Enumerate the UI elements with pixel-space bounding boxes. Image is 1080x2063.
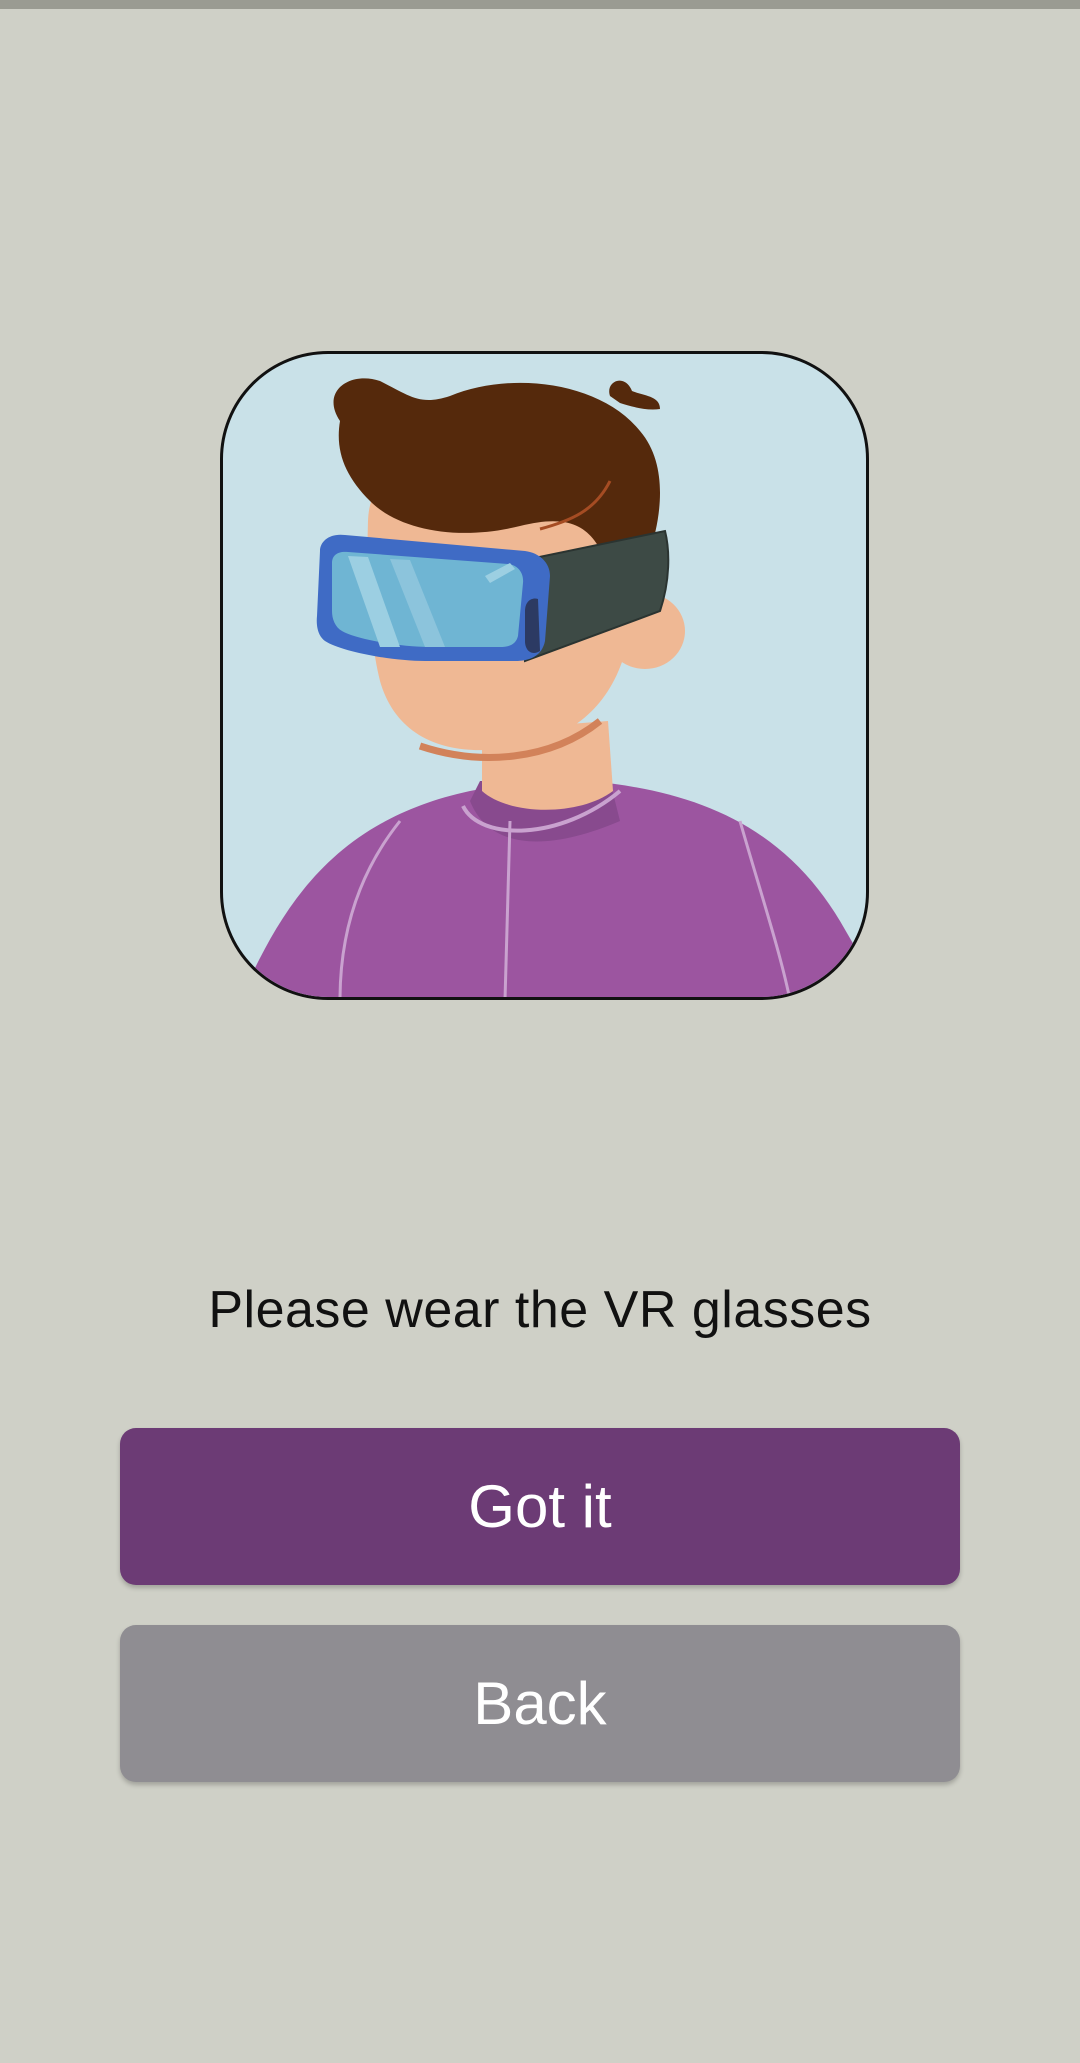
got-it-button[interactable]: Got it xyxy=(120,1428,960,1585)
back-button[interactable]: Back xyxy=(120,1625,960,1782)
instruction-text: Please wear the VR glasses xyxy=(208,1281,872,1339)
vr-headset-illustration xyxy=(220,351,869,1000)
status-bar-strip xyxy=(0,0,1080,9)
person-vr-headset-icon xyxy=(241,378,866,997)
